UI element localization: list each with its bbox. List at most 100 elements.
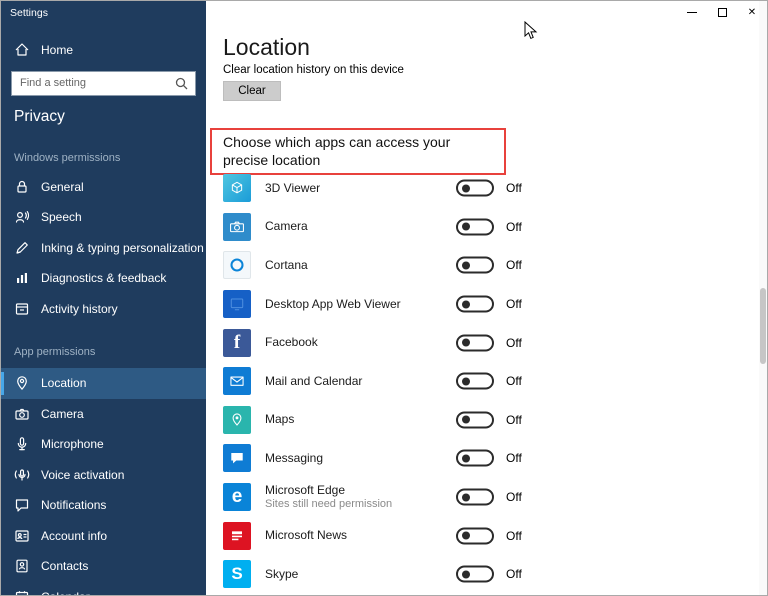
microphone-icon bbox=[14, 436, 30, 452]
toggle-knob bbox=[462, 300, 470, 308]
toggle-facebook[interactable] bbox=[456, 334, 494, 351]
sidebar-item-speech[interactable]: Speech bbox=[1, 202, 206, 233]
toggle-state: Off bbox=[506, 181, 522, 195]
toggle-state: Off bbox=[506, 336, 522, 350]
app-row-maps: Maps Off bbox=[223, 401, 747, 440]
mail-calendar-icon bbox=[223, 367, 251, 395]
page-title: Location bbox=[223, 34, 310, 61]
toggle-knob bbox=[462, 184, 470, 192]
sidebar-item-account-info[interactable]: Account info bbox=[1, 521, 206, 552]
toggle-maps[interactable] bbox=[456, 411, 494, 428]
toggle-knob bbox=[462, 570, 470, 578]
sidebar-item-microphone[interactable]: Microphone bbox=[1, 429, 206, 460]
toggle-camera[interactable] bbox=[456, 218, 494, 235]
app-row-3d-viewer: 3D Viewer Off bbox=[223, 169, 747, 208]
toggle-mail-and-calendar[interactable] bbox=[456, 373, 494, 390]
sidebar-item-notifications[interactable]: Notifications bbox=[1, 490, 206, 521]
sidebar-item-activity-history[interactable]: Activity history bbox=[1, 294, 206, 325]
app-name: Microsoft Edge bbox=[265, 483, 392, 498]
sidebar-item-label: Inking & typing personalization bbox=[41, 241, 204, 255]
sidebar-item-voice-activation[interactable]: Voice activation bbox=[1, 460, 206, 491]
toggle-state: Off bbox=[506, 567, 522, 581]
window-controls: ✕ bbox=[677, 1, 767, 24]
search-icon[interactable] bbox=[174, 76, 190, 92]
sidebar-item-label: Speech bbox=[41, 210, 82, 224]
toggle-skype[interactable] bbox=[456, 566, 494, 583]
scrollbar-thumb[interactable] bbox=[760, 288, 766, 364]
window-title: Settings bbox=[10, 7, 48, 19]
toggle-state: Off bbox=[506, 529, 522, 543]
sidebar-item-label: Account info bbox=[41, 529, 107, 543]
app-row-microsoft-news: Microsoft News Off bbox=[223, 516, 747, 555]
sidebar-item-general[interactable]: General bbox=[1, 172, 206, 203]
sidebar-item-location[interactable]: Location bbox=[1, 368, 206, 399]
toggle-knob bbox=[462, 416, 470, 424]
camera-app-icon bbox=[223, 213, 251, 241]
camera-icon bbox=[14, 406, 30, 422]
sidebar-item-label: Voice activation bbox=[41, 468, 124, 482]
app-row-facebook: f Facebook Off bbox=[223, 323, 747, 362]
toggle-microsoft-news[interactable] bbox=[456, 527, 494, 544]
home-icon bbox=[14, 42, 30, 58]
lock-icon bbox=[14, 179, 30, 195]
messaging-icon bbox=[223, 444, 251, 472]
sidebar-item-home[interactable]: Home bbox=[1, 35, 206, 66]
clear-button[interactable]: Clear bbox=[223, 81, 281, 101]
app-row-messaging: Messaging Off bbox=[223, 439, 747, 478]
pen-icon bbox=[14, 240, 30, 256]
location-icon bbox=[14, 375, 30, 391]
toggle-microsoft-edge[interactable] bbox=[456, 489, 494, 506]
settings-window: Settings Home Privacy Windows permission… bbox=[0, 0, 768, 596]
app-name: Maps bbox=[265, 412, 294, 427]
app-text: Messaging bbox=[265, 451, 323, 466]
sidebar: Settings Home Privacy Windows permission… bbox=[1, 1, 206, 595]
sidebar-item-contacts[interactable]: Contacts bbox=[1, 551, 206, 582]
edge-icon: e bbox=[223, 483, 251, 511]
toggle-messaging[interactable] bbox=[456, 450, 494, 467]
toggle-state: Off bbox=[506, 374, 522, 388]
facebook-icon: f bbox=[223, 329, 251, 357]
search-input[interactable] bbox=[12, 72, 195, 95]
toggle-knob bbox=[462, 223, 470, 231]
toggle-knob bbox=[462, 377, 470, 385]
3d-viewer-icon bbox=[223, 174, 251, 202]
sidebar-item-label: Diagnostics & feedback bbox=[41, 271, 166, 285]
toggle-3d-viewer[interactable] bbox=[456, 180, 494, 197]
sidebar-content: Home Privacy Windows permissions General bbox=[1, 25, 206, 595]
calendar-icon bbox=[14, 589, 30, 595]
sidebar-item-label: Notifications bbox=[41, 498, 106, 512]
sidebar-item-inking[interactable]: Inking & typing personalization bbox=[1, 233, 206, 264]
toggle-state: Off bbox=[506, 490, 522, 504]
maximize-button[interactable] bbox=[707, 1, 737, 24]
toggle-knob bbox=[462, 532, 470, 540]
app-text: Maps bbox=[265, 412, 294, 427]
app-row-mail-and-calendar: Mail and Calendar Off bbox=[223, 362, 747, 401]
group-label-app-permissions: App permissions bbox=[14, 346, 206, 358]
sidebar-item-calendar[interactable]: Calendar bbox=[1, 582, 206, 596]
toggle-cortana[interactable] bbox=[456, 257, 494, 274]
contacts-icon bbox=[14, 558, 30, 574]
clear-history-description: Clear location history on this device bbox=[223, 64, 404, 76]
cortana-icon bbox=[223, 251, 251, 279]
voice-activation-icon bbox=[14, 467, 30, 483]
sidebar-item-label: General bbox=[41, 180, 84, 194]
minimize-button[interactable] bbox=[677, 1, 707, 24]
app-name: Facebook bbox=[265, 335, 318, 350]
sidebar-item-label: Contacts bbox=[41, 559, 88, 573]
apps-section-heading: Choose which apps can access your precis… bbox=[212, 130, 504, 173]
app-text: Camera bbox=[265, 219, 308, 234]
app-name: Desktop App Web Viewer bbox=[265, 297, 401, 312]
sidebar-item-diagnostics[interactable]: Diagnostics & feedback bbox=[1, 263, 206, 294]
toggle-knob bbox=[462, 493, 470, 501]
sidebar-item-label: Microphone bbox=[41, 437, 104, 451]
app-text: Desktop App Web Viewer bbox=[265, 297, 401, 312]
toggle-desktop-app-web-viewer[interactable] bbox=[456, 296, 494, 313]
diagnostics-icon bbox=[14, 270, 30, 286]
toggle-state: Off bbox=[506, 413, 522, 427]
sidebar-item-label: Activity history bbox=[41, 302, 118, 316]
sidebar-item-camera[interactable]: Camera bbox=[1, 399, 206, 430]
desktop-app-web-viewer-icon bbox=[223, 290, 251, 318]
search-box bbox=[11, 71, 196, 96]
app-subtitle: Sites still need permission bbox=[265, 498, 392, 512]
scrollbar[interactable] bbox=[759, 1, 767, 595]
